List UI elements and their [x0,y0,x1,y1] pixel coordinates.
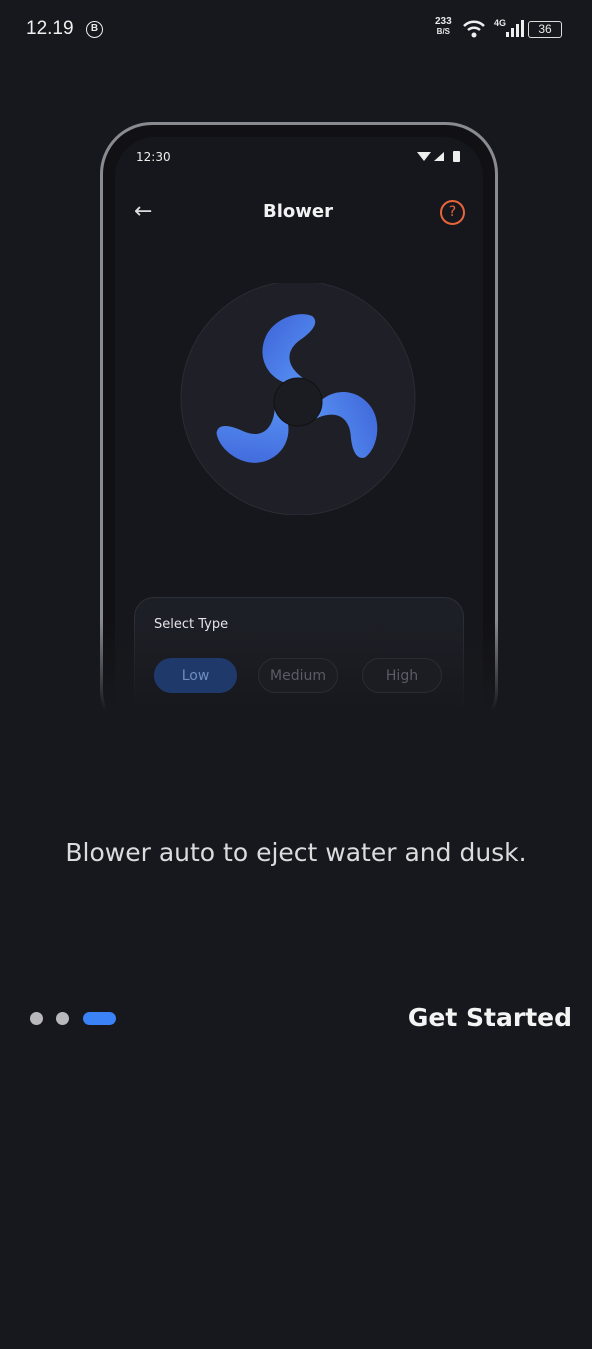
card-title: Select Type [154,617,229,632]
fan-hub [273,377,323,427]
speed-value: 233 [435,16,452,27]
mockup-title: Blower [263,201,333,222]
speed-unit: B/S [436,27,451,36]
network-speed: 233 B/S [435,17,452,37]
option-high: High [362,658,442,693]
status-time: 12.19 [26,18,74,39]
fan-illustration [180,283,416,515]
option-low: Low [154,658,237,693]
option-medium: Medium [258,658,338,693]
mockup-status-time: 12:30 [136,150,171,164]
signal-icon [506,20,524,37]
page-indicator-1 [30,1012,43,1025]
wifi-icon [463,20,485,38]
onboarding-tagline: Blower auto to eject water and dusk. [65,838,527,867]
question-circle-icon: ? [440,200,465,225]
get-started-button[interactable]: Get Started [408,1003,572,1032]
page-indicator-2 [56,1012,69,1025]
mockup-status-icons [417,151,460,162]
notification-icon: B [86,21,103,38]
battery-icon: 36 [528,21,562,38]
page-indicator-3-active [83,1012,116,1025]
battery-level: 36 [538,22,552,36]
